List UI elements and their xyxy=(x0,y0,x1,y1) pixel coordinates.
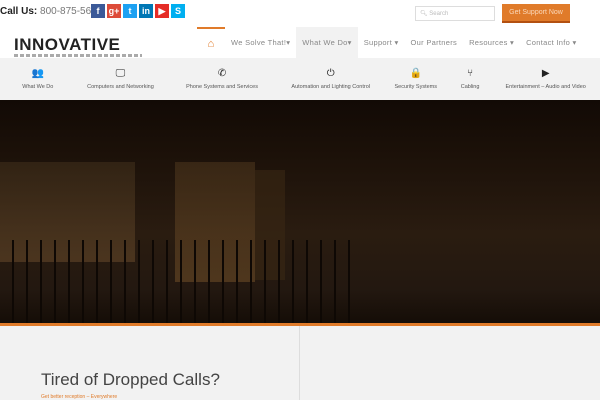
logo-tagline xyxy=(14,54,142,57)
get-support-button[interactable]: Get Support Now xyxy=(502,4,570,23)
main-nav: INNOVATIVE ⌂ We Solve That!▾ What We Do▾ S… xyxy=(0,27,600,58)
service-icon: 🖵 xyxy=(115,68,126,79)
services-nav: 👥 What We Do 🖵 Computers and Networking ✆ Pho… xyxy=(0,58,600,100)
service-label: What We Do xyxy=(22,84,54,90)
service-label: Phone Systems and Services xyxy=(186,84,258,90)
service-item[interactable]: 👥 What We Do xyxy=(0,58,76,100)
hero-image xyxy=(0,100,600,323)
google-plus-icon[interactable]: g+ xyxy=(107,4,121,18)
facebook-icon[interactable]: f xyxy=(91,4,105,18)
logo[interactable]: INNOVATIVE xyxy=(14,35,120,55)
column-divider xyxy=(299,326,300,400)
service-icon: ✆ xyxy=(217,68,227,79)
service-label: Entertainment – Audio and Video xyxy=(505,84,586,90)
accent-divider xyxy=(0,323,600,326)
nav-item-2[interactable]: Support ▾ xyxy=(358,27,405,58)
search-icon: 🔍︎ xyxy=(420,11,428,17)
service-icon: ▶ xyxy=(541,68,550,79)
nav-item-4[interactable]: Resources ▾ xyxy=(463,27,520,58)
call-label: Call Us: xyxy=(0,6,38,17)
search-placeholder: Search xyxy=(429,11,449,17)
service-icon: ⏻ xyxy=(326,68,335,79)
service-label: Security Systems xyxy=(394,84,437,90)
service-label: Automation and Lighting Control xyxy=(291,84,371,90)
service-item[interactable]: ✆ Phone Systems and Services xyxy=(165,58,278,100)
service-label: Cabling xyxy=(460,84,480,90)
linkedin-icon[interactable]: in xyxy=(139,4,153,18)
service-icon: 👥 xyxy=(31,68,45,79)
home-icon[interactable]: ⌂ xyxy=(197,27,225,58)
service-item[interactable]: ▶ Entertainment – Audio and Video xyxy=(491,58,600,100)
social-icons: f g+ t in ▶ S xyxy=(91,4,185,18)
search-input[interactable]: 🔍︎ Search xyxy=(415,6,495,21)
service-item[interactable]: 🖵 Computers and Networking xyxy=(76,58,166,100)
youtube-icon[interactable]: ▶ xyxy=(155,4,169,18)
service-label: Computers and Networking xyxy=(87,84,154,90)
nav-item-5[interactable]: Contact Info ▾ xyxy=(520,27,583,58)
skype-icon[interactable]: S xyxy=(171,4,185,18)
nav-item-0[interactable]: We Solve That!▾ xyxy=(225,27,296,58)
nav-item-3[interactable]: Our Partners xyxy=(405,27,464,58)
service-icon: 🔒 xyxy=(409,68,422,79)
top-bar: Call Us: 800-875-5675 f g+ t in ▶ S 🔍︎ Search… xyxy=(0,0,600,27)
service-item[interactable]: ⑂ Cabling xyxy=(449,58,492,100)
service-icon: ⑂ xyxy=(467,68,474,79)
twitter-icon[interactable]: t xyxy=(123,4,137,18)
call-us: Call Us: 800-875-5675 xyxy=(0,6,102,17)
service-item[interactable]: ⏻ Automation and Lighting Control xyxy=(279,58,383,100)
nav-item-1[interactable]: What We Do▾ xyxy=(296,27,358,58)
service-item[interactable]: 🔒 Security Systems xyxy=(383,58,449,100)
section-heading: Tired of Dropped Calls? xyxy=(41,370,220,389)
section-subheading: Get better reception – Everywhere xyxy=(41,394,118,400)
